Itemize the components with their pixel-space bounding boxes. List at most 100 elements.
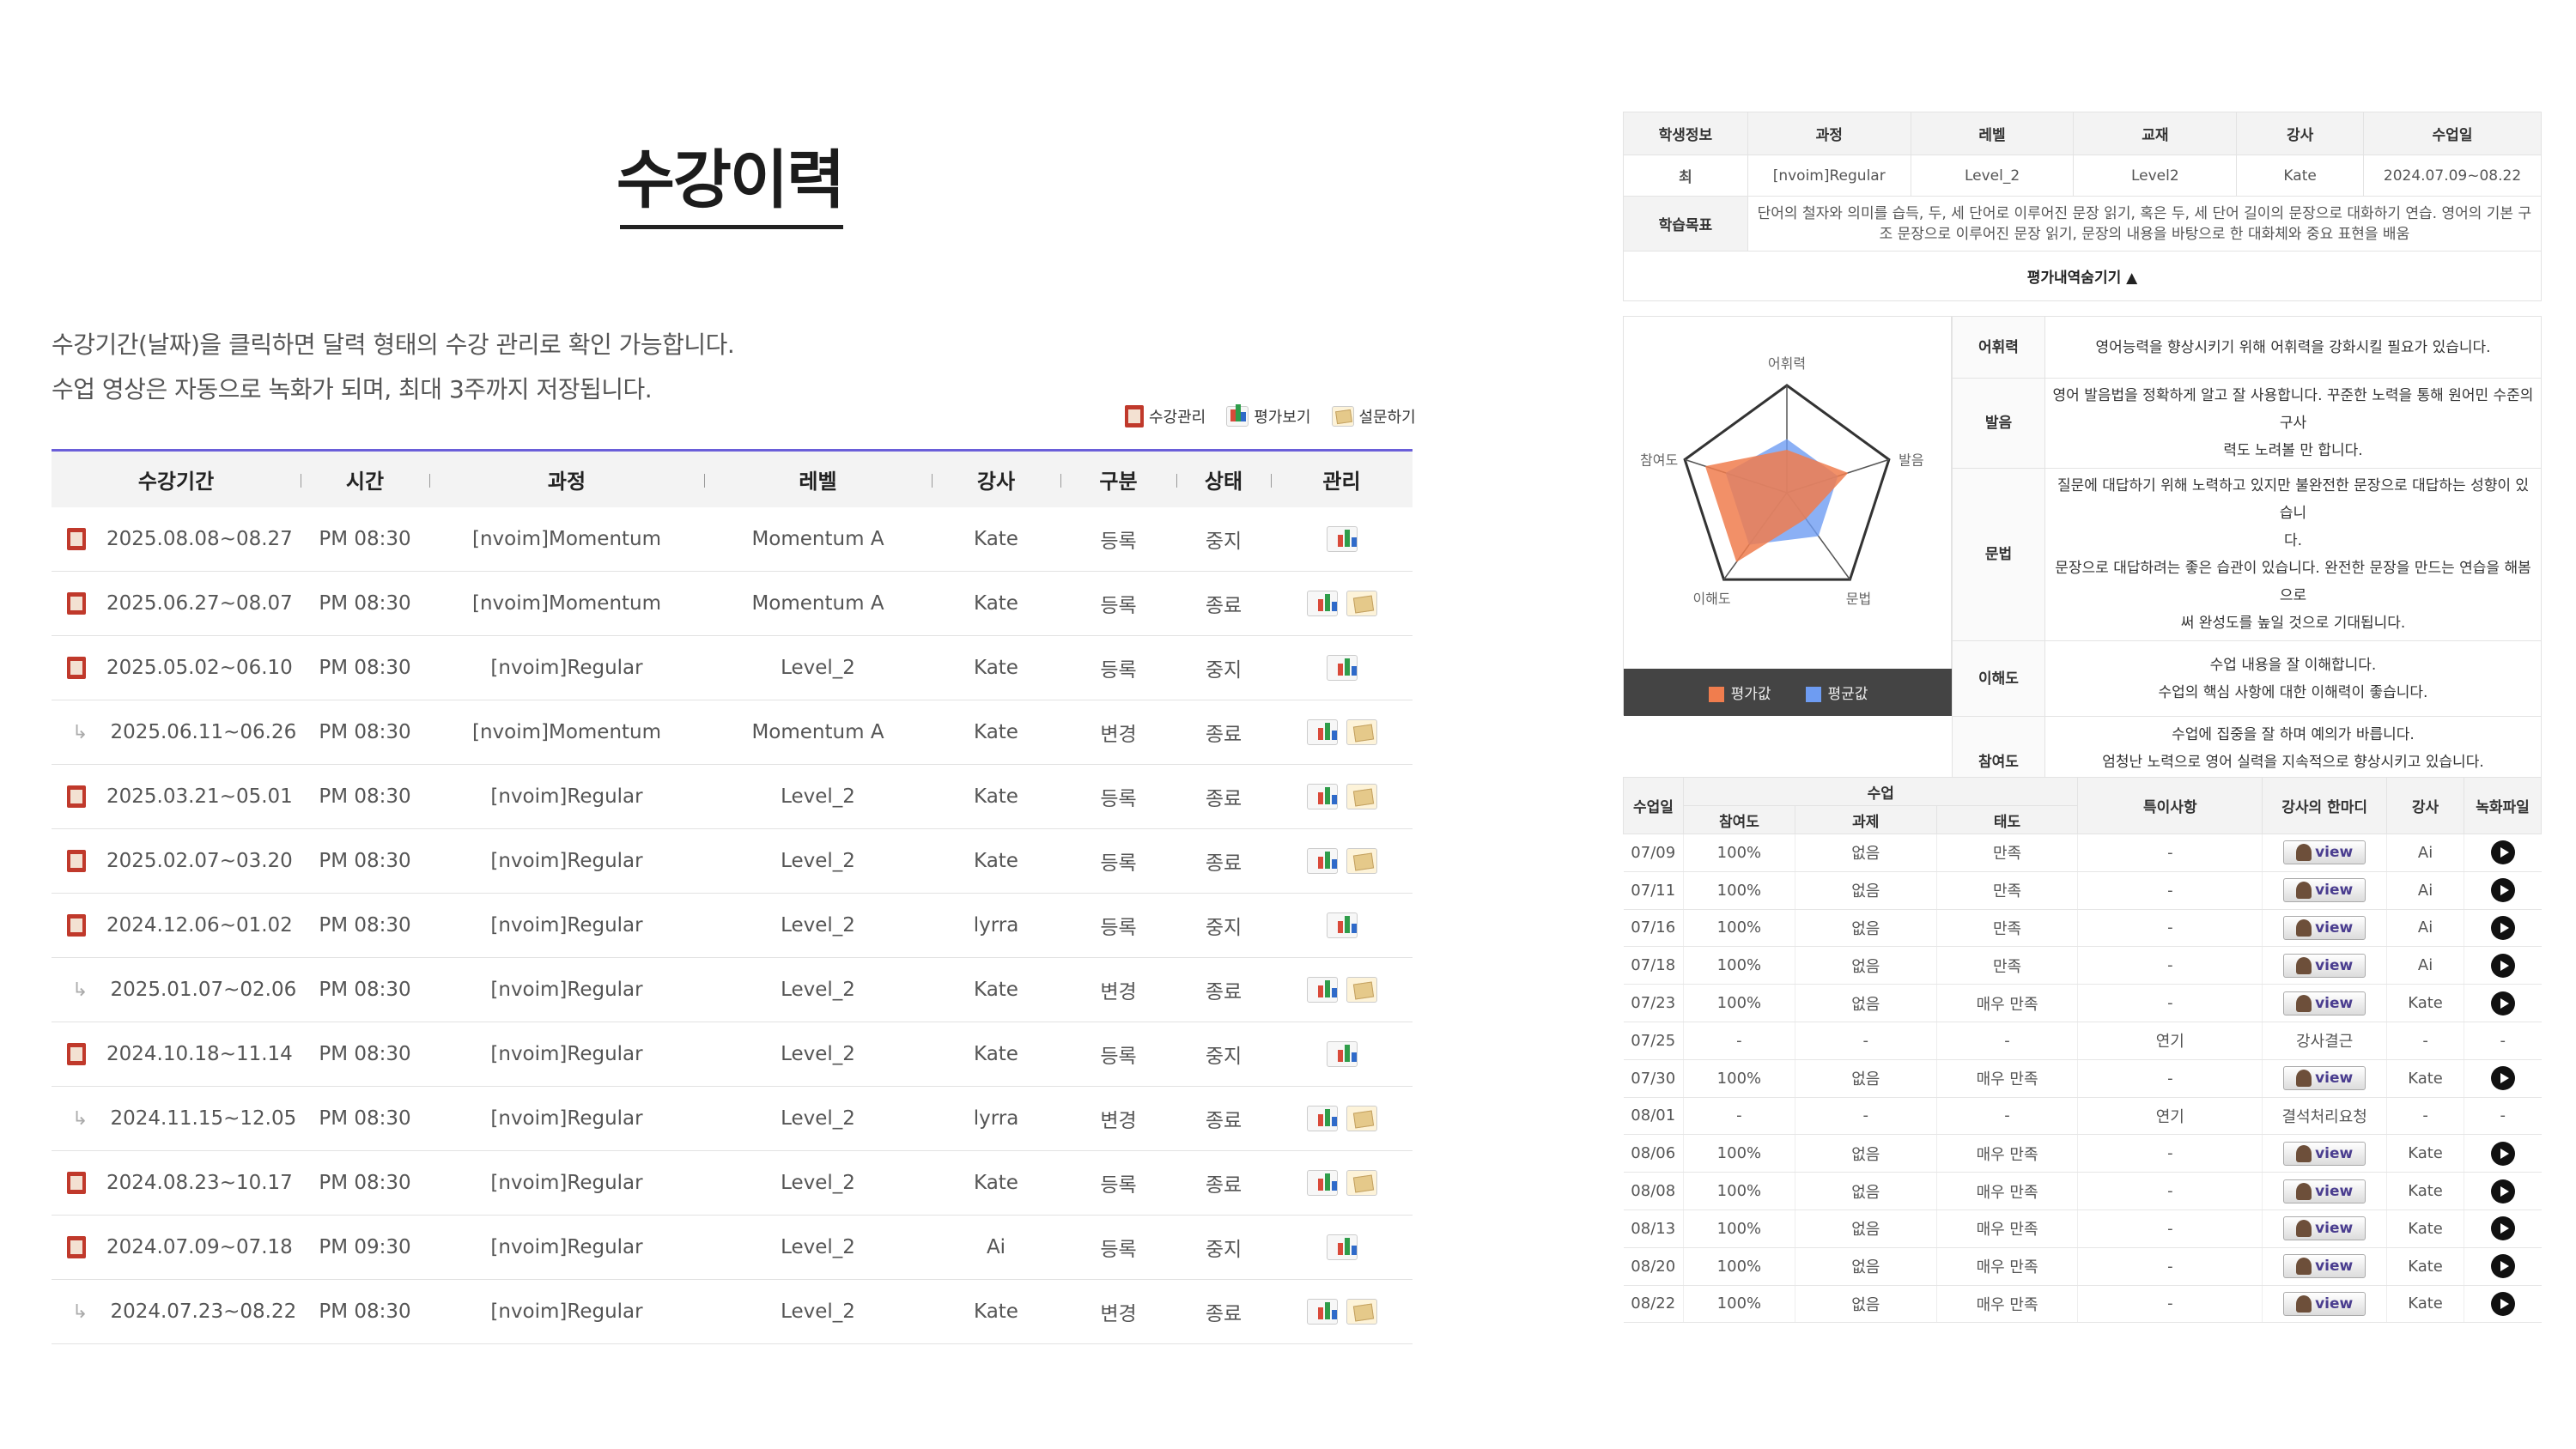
- period-link[interactable]: 2025.06.27~08.07: [106, 592, 293, 615]
- view-comment-button[interactable]: view: [2283, 840, 2366, 865]
- period-link[interactable]: 2024.11.15~12.05: [110, 1107, 296, 1130]
- period-cell[interactable]: ↳ 2025.01.07~02.06: [52, 957, 301, 1022]
- survey-note-icon[interactable]: [1346, 719, 1377, 745]
- view-comment-button[interactable]: view: [2283, 1216, 2366, 1241]
- play-icon[interactable]: [2490, 1291, 2515, 1316]
- play-icon[interactable]: [2490, 878, 2515, 903]
- view-comment-button[interactable]: view: [2283, 878, 2366, 903]
- period-cell[interactable]: 2025.02.07~03.20: [52, 828, 301, 894]
- att-record: [2464, 909, 2542, 948]
- survey-note-icon[interactable]: [1346, 784, 1377, 809]
- bar-chart-icon[interactable]: [1306, 977, 1338, 1003]
- clipboard-icon[interactable]: [67, 914, 86, 937]
- teacher-cell: lyrra: [932, 893, 1060, 958]
- clipboard-icon[interactable]: [67, 592, 86, 615]
- att-attend: 100%: [1682, 871, 1795, 910]
- period-cell[interactable]: 2024.07.09~07.18: [52, 1215, 301, 1280]
- clipboard-icon: [1125, 405, 1144, 427]
- view-comment-button[interactable]: view: [2283, 1291, 2366, 1316]
- period-cell[interactable]: 2025.05.02~06.10: [52, 635, 301, 700]
- survey-note-icon[interactable]: [1346, 1170, 1377, 1196]
- play-icon[interactable]: [2490, 1066, 2515, 1091]
- attendance-row: 08/22 100% 없음 매우 만족 - view Kate: [1623, 1285, 2542, 1324]
- bar-chart-icon[interactable]: [1326, 525, 1358, 552]
- period-link[interactable]: 2024.08.23~10.17: [106, 1172, 293, 1194]
- period-cell[interactable]: 2025.03.21~05.01: [52, 764, 301, 829]
- att-record: [2464, 871, 2542, 910]
- att-comment: view: [2262, 909, 2387, 948]
- period-cell[interactable]: 2024.08.23~10.17: [52, 1150, 301, 1216]
- bar-chart-icon[interactable]: [1306, 1170, 1338, 1196]
- clipboard-icon[interactable]: [67, 785, 86, 809]
- att-date: 07/23: [1623, 984, 1684, 1022]
- bar-chart-icon[interactable]: [1306, 1299, 1338, 1325]
- sub-arrow-icon: ↳: [72, 979, 88, 1001]
- view-comment-button[interactable]: view: [2283, 1179, 2366, 1203]
- att-attend: 100%: [1682, 909, 1795, 948]
- view-comment-button[interactable]: view: [2283, 915, 2366, 940]
- period-link[interactable]: 2025.08.08~08.27: [106, 528, 293, 550]
- bar-chart-icon[interactable]: [1326, 1234, 1358, 1260]
- bar-chart-icon[interactable]: [1306, 1106, 1338, 1131]
- period-link[interactable]: 2024.12.06~01.02: [106, 914, 293, 937]
- bar-chart-icon[interactable]: [1306, 719, 1338, 745]
- period-cell[interactable]: 2024.10.18~11.14: [52, 1022, 301, 1087]
- play-icon[interactable]: [2490, 1216, 2515, 1241]
- survey-note-icon[interactable]: [1346, 1106, 1377, 1131]
- time-cell: PM 08:30: [301, 506, 429, 572]
- teacher-cell: lyrra: [932, 1086, 1060, 1151]
- period-link[interactable]: 2025.03.21~05.01: [106, 785, 293, 808]
- period-link[interactable]: 2025.02.07~03.20: [106, 850, 293, 872]
- view-comment-button[interactable]: view: [2283, 1141, 2366, 1166]
- period-link[interactable]: 2025.06.11~06.26: [110, 721, 296, 743]
- evaluation-label: 문법: [1952, 468, 2045, 641]
- bar-chart-icon[interactable]: [1326, 655, 1358, 681]
- period-cell[interactable]: 2025.06.27~08.07: [52, 571, 301, 636]
- view-comment-button[interactable]: view: [2283, 1066, 2366, 1091]
- period-link[interactable]: 2025.01.07~02.06: [110, 979, 296, 1001]
- play-icon[interactable]: [2490, 953, 2515, 978]
- survey-note-icon[interactable]: [1346, 591, 1377, 616]
- period-link[interactable]: 2024.07.09~07.18: [106, 1236, 293, 1258]
- period-link[interactable]: 2024.10.18~11.14: [106, 1043, 293, 1065]
- clipboard-icon[interactable]: [67, 850, 86, 873]
- bar-chart-icon[interactable]: [1306, 784, 1338, 809]
- play-icon[interactable]: [2490, 1179, 2515, 1203]
- play-icon[interactable]: [2490, 840, 2515, 865]
- survey-note-icon[interactable]: [1346, 977, 1377, 1003]
- teacher-avatar-icon: [2296, 844, 2312, 862]
- view-comment-button[interactable]: view: [2283, 1254, 2366, 1279]
- play-icon[interactable]: [2490, 1254, 2515, 1279]
- view-comment-button[interactable]: view: [2283, 953, 2366, 978]
- play-icon[interactable]: [2490, 991, 2515, 1016]
- survey-note-icon[interactable]: [1346, 1299, 1377, 1325]
- survey-note-icon[interactable]: [1346, 848, 1377, 874]
- period-link[interactable]: 2024.07.23~08.22: [110, 1300, 296, 1323]
- clipboard-icon[interactable]: [67, 1043, 86, 1066]
- clipboard-icon[interactable]: [67, 657, 86, 680]
- view-comment-button[interactable]: view: [2283, 991, 2366, 1016]
- att-special: -: [2077, 1285, 2263, 1324]
- clipboard-icon[interactable]: [67, 1236, 86, 1259]
- radar-axis-label: 이해도: [1692, 591, 1730, 607]
- bar-chart-icon[interactable]: [1306, 848, 1338, 874]
- clipboard-icon[interactable]: [67, 1172, 86, 1195]
- teacher-cell: Kate: [932, 506, 1060, 572]
- view-label: view: [2315, 882, 2354, 900]
- time-cell: PM 08:30: [301, 700, 429, 765]
- period-cell[interactable]: ↳ 2024.07.23~08.22: [52, 1279, 301, 1344]
- att-attend: 100%: [1682, 834, 1795, 872]
- bar-chart-icon[interactable]: [1326, 912, 1358, 938]
- bar-chart-icon[interactable]: [1306, 591, 1338, 616]
- period-link[interactable]: 2025.05.02~06.10: [106, 657, 293, 679]
- play-icon[interactable]: [2490, 1141, 2515, 1166]
- period-cell[interactable]: 2024.12.06~01.02: [52, 893, 301, 958]
- hide-evaluation-toggle[interactable]: 평가내역숨기기 ▲: [1623, 251, 2542, 301]
- clipboard-icon[interactable]: [67, 528, 86, 550]
- play-icon[interactable]: [2490, 915, 2515, 940]
- bar-chart-icon[interactable]: [1326, 1041, 1358, 1067]
- period-cell[interactable]: ↳ 2025.06.11~06.26: [52, 700, 301, 765]
- period-cell[interactable]: ↳ 2024.11.15~12.05: [52, 1086, 301, 1151]
- kind-cell: 등록: [1060, 571, 1176, 636]
- period-cell[interactable]: 2025.08.08~08.27: [52, 506, 301, 572]
